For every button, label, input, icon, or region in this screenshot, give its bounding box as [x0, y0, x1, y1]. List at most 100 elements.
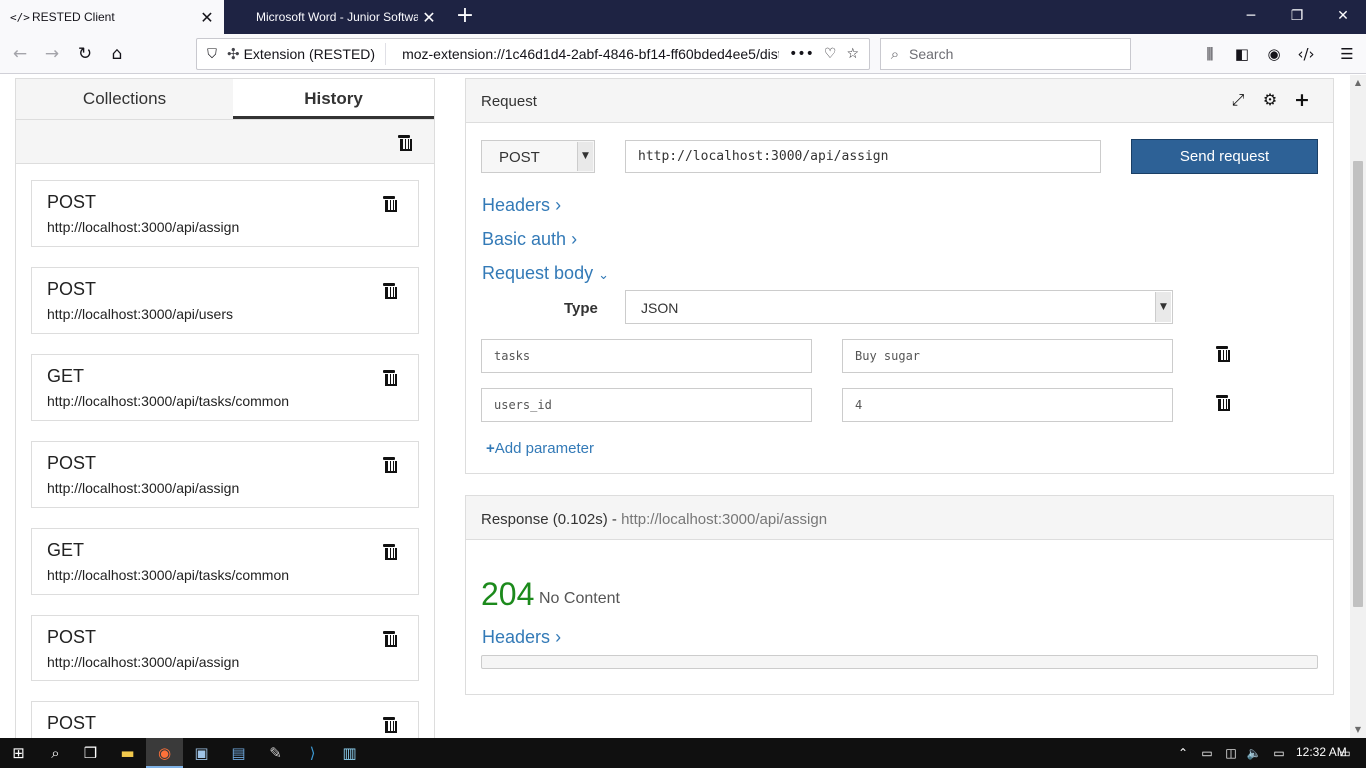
firefox-icon[interactable]: ◉ — [146, 738, 183, 768]
paint-icon[interactable]: ✎ — [257, 738, 294, 768]
param-value-input[interactable] — [842, 339, 1173, 373]
clear-history-trash-icon[interactable] — [397, 135, 412, 151]
menu-icon[interactable]: ☰ — [1333, 40, 1361, 68]
expand-icon[interactable]: ⤢ — [1228, 90, 1248, 110]
restore-icon[interactable]: ❐ — [1274, 0, 1320, 34]
add-parameter-link[interactable]: +Add parameter — [486, 440, 594, 457]
task-view-icon[interactable]: ❒ — [72, 738, 109, 768]
gear-icon[interactable]: ⚙ — [1260, 90, 1280, 110]
request-url-input[interactable] — [625, 140, 1101, 173]
pocket-icon[interactable]: ♡ — [824, 46, 837, 62]
scroll-down-icon[interactable]: ▼ — [1350, 722, 1366, 738]
remote-desktop-icon[interactable]: ▣ — [183, 738, 220, 768]
delete-trash-icon[interactable] — [382, 457, 397, 473]
request-title: Request — [481, 93, 537, 110]
param-value-input[interactable] — [842, 388, 1173, 422]
chevron-down-icon: ⌄ — [598, 267, 609, 282]
method-select[interactable]: POST ▼ — [481, 140, 595, 173]
rested-extension-icon[interactable]: ‹/› — [1292, 40, 1320, 68]
volume-icon[interactable]: 🔈 — [1245, 738, 1263, 768]
vscode-icon[interactable]: ⟩ — [294, 738, 331, 768]
history-url: http://localhost:3000/api/assign — [47, 654, 240, 670]
new-tab-button[interactable]: + — [452, 4, 478, 30]
shield-icon[interactable]: ⛉ — [197, 47, 227, 62]
close-tab-icon[interactable]: ✕ — [196, 8, 218, 27]
history-item[interactable]: POST http://localhost:3000/api/assign — [31, 441, 419, 508]
scroll-up-icon[interactable]: ▲ — [1350, 75, 1366, 91]
forward-arrow-icon[interactable]: → — [38, 40, 66, 68]
body-type-value: JSON — [641, 300, 679, 316]
status-code: 204 — [481, 576, 535, 612]
scroll-thumb[interactable] — [1353, 161, 1363, 607]
delete-param-trash-icon[interactable] — [1215, 395, 1230, 411]
history-item[interactable]: GET http://localhost:3000/api/tasks/comm… — [31, 354, 419, 421]
basic-auth-toggle[interactable]: Basic auth › — [482, 229, 577, 250]
notepad-icon[interactable]: ▥ — [331, 738, 368, 768]
url-text[interactable]: moz-extension://1c46d1d4-2abf-4846-bf14-… — [386, 46, 779, 62]
network-icon[interactable]: ◫ — [1222, 738, 1240, 768]
history-item[interactable]: POST http://localhost:3000/api/assign — [31, 615, 419, 681]
delete-trash-icon[interactable] — [382, 631, 397, 647]
bookmark-star-icon[interactable]: ☆ — [846, 46, 859, 62]
history-item[interactable]: POST http://localhost:3000/api/assign — [31, 180, 419, 247]
request-body-toggle[interactable]: Request body ⌄ — [482, 263, 609, 284]
library-icon[interactable]: ⫼ — [1196, 40, 1224, 68]
param-key-input[interactable] — [481, 339, 812, 373]
home-icon[interactable]: ⌂ — [103, 40, 131, 68]
tab-title: Microsoft Word - Junior Software E — [256, 10, 418, 24]
response-panel-header: Response (0.102s) - http://localhost:300… — [466, 496, 1333, 540]
address-bar[interactable]: ⛉ ✣ Extension (RESTED) moz-extension://1… — [196, 38, 870, 70]
delete-trash-icon[interactable] — [382, 717, 397, 733]
close-tab-icon[interactable]: ✕ — [418, 8, 440, 27]
headers-toggle[interactable]: Headers › — [482, 195, 561, 216]
notifications-icon[interactable]: ▭ — [1334, 738, 1356, 768]
history-item[interactable]: GET http://localhost:3000/api/tasks/comm… — [31, 528, 419, 595]
language-icon[interactable]: ▭ — [1270, 738, 1288, 768]
tab-title: RESTED Client — [32, 10, 115, 24]
history-item[interactable]: POST http://localhost:3000/api/users — [31, 267, 419, 334]
sidebar-icon[interactable]: ◧ — [1228, 40, 1256, 68]
back-arrow-icon[interactable]: ← — [6, 40, 34, 68]
delete-trash-icon[interactable] — [382, 370, 397, 386]
history-item[interactable]: POST — [31, 701, 419, 738]
response-title: Response (0.102s) - http://localhost:300… — [481, 511, 827, 528]
plus-icon[interactable]: + — [1292, 90, 1312, 110]
search-box[interactable]: ⌕ — [880, 38, 1131, 70]
account-icon[interactable]: ◉ — [1260, 40, 1288, 68]
page-scrollbar[interactable]: ▲ ▼ — [1350, 75, 1366, 738]
history-url: http://localhost:3000/api/assign — [47, 219, 240, 235]
method-value: POST — [499, 149, 540, 166]
reload-icon[interactable]: ↻ — [71, 40, 99, 68]
param-key-input[interactable] — [481, 388, 812, 422]
minimize-icon[interactable]: ─ — [1228, 0, 1274, 34]
tab-history[interactable]: History — [233, 79, 434, 119]
send-request-button[interactable]: Send request — [1131, 139, 1318, 174]
delete-trash-icon[interactable] — [382, 196, 397, 212]
search-input[interactable] — [909, 46, 1109, 62]
delete-param-trash-icon[interactable] — [1215, 346, 1230, 362]
battery-icon[interactable]: ▭ — [1198, 738, 1216, 768]
chevron-up-icon[interactable]: ⌃ — [1174, 738, 1192, 768]
request-panel-header: Request ⤢ ⚙ + — [466, 79, 1333, 123]
file-explorer-icon[interactable]: ▬ — [109, 738, 146, 768]
response-headers-toggle[interactable]: Headers › — [482, 627, 561, 648]
history-url: http://localhost:3000/api/tasks/common — [47, 393, 290, 409]
body-type-select[interactable]: JSON ▼ — [625, 290, 1173, 324]
delete-trash-icon[interactable] — [382, 283, 397, 299]
tab-collections[interactable]: Collections — [16, 79, 233, 119]
tab-microsoft-word[interactable]: Microsoft Word - Junior Software E ✕ — [224, 0, 446, 34]
more-actions-icon[interactable]: ••• — [789, 46, 814, 62]
search-icon[interactable]: ⌕ — [37, 738, 74, 768]
identity-label: Extension (RESTED) — [243, 46, 376, 62]
delete-trash-icon[interactable] — [382, 544, 397, 560]
chevron-right-icon: › — [571, 229, 578, 249]
app-window-icon[interactable]: ▤ — [220, 738, 257, 768]
history-method: POST — [47, 453, 97, 473]
chevron-right-icon: › — [555, 627, 562, 647]
close-window-icon[interactable]: ✕ — [1320, 0, 1366, 34]
identity-box[interactable]: ✣ Extension (RESTED) — [227, 43, 387, 65]
windows-start-icon[interactable]: ⊞ — [0, 738, 37, 768]
headers-label: Headers — [482, 195, 551, 215]
response-time-label: Response (0.102s) — [481, 511, 608, 528]
tab-rested-client[interactable]: </> RESTED Client ✕ — [0, 0, 224, 34]
